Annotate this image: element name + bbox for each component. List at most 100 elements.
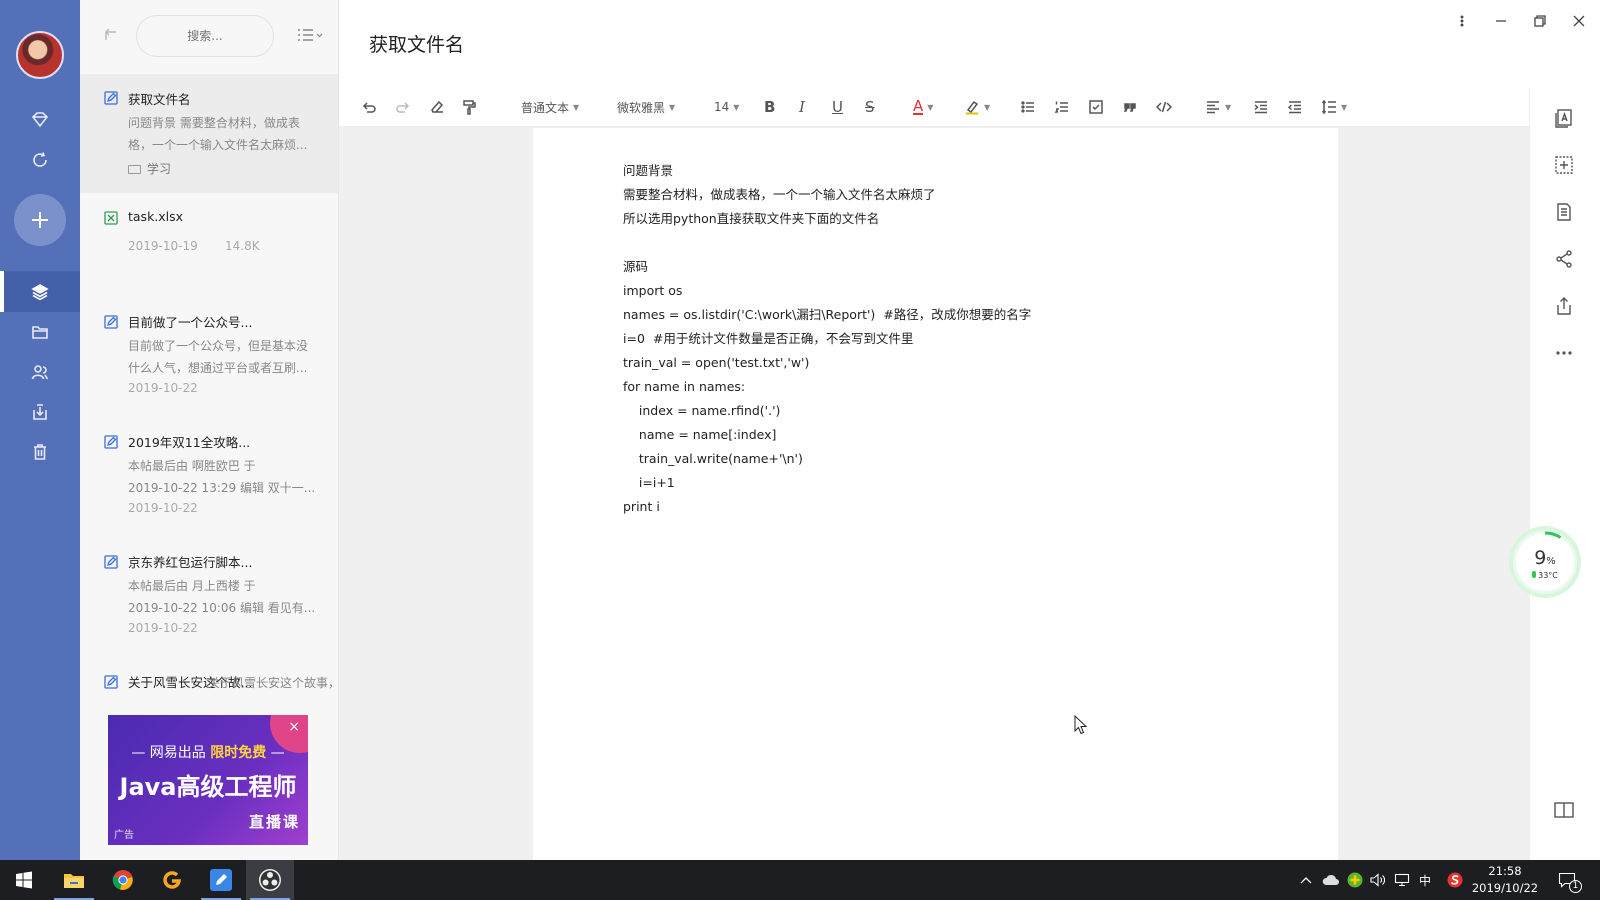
font-family-select[interactable]: 微软雅黑 ▼ [617,96,675,118]
note-snippet: 本帖最后由 月上西楼 于 [128,579,256,593]
quote-icon[interactable] [1122,96,1138,118]
list-view-icon [298,29,323,41]
start-button[interactable] [0,860,48,900]
insert-icon[interactable] [1554,155,1576,177]
format-painter-icon[interactable] [461,96,477,118]
line-spacing-icon [1321,99,1336,115]
bold-button[interactable]: B [764,96,775,118]
trash-icon[interactable] [28,440,52,464]
g-app-icon [163,871,182,889]
list-item[interactable]: 京东养红包运行脚本... 本帖最后由 月上西楼 于 2019-10-22 10:… [80,537,338,657]
search-input[interactable] [137,16,273,56]
note-title: 目前做了一个公众号... [128,315,253,330]
page-title[interactable]: 获取文件名 [369,30,464,57]
code-icon[interactable] [1156,96,1172,118]
split-view-icon[interactable] [1554,800,1576,822]
usage-ring-arc [1544,531,1562,539]
avatar[interactable] [16,31,64,79]
strike-glyph: S [865,98,875,116]
italic-button[interactable]: I [799,96,805,118]
taskbar-obs[interactable] [246,860,294,900]
taskbar-clock[interactable]: 21:58 2019/10/22 [1470,863,1540,897]
search-box[interactable] [136,15,274,57]
cloud-icon[interactable] [1322,860,1340,900]
chevron-down-icon: ▼ [1341,102,1348,112]
cpu-temp-value: 33°C [1538,571,1558,580]
list-view-toggle[interactable] [296,26,324,46]
sogou-icon[interactable] [1447,860,1463,900]
template-icon[interactable] [1554,108,1576,130]
font-family-value: 微软雅黑 [617,100,666,115]
security-app-icon[interactable] [1347,860,1363,900]
redo-icon[interactable] [395,96,411,118]
performance-widget[interactable]: 9% 33°C [1513,530,1577,594]
bullet-list-icon[interactable] [1020,96,1036,118]
note-snippet: 格，一个一个输入文件名太麻烦... [128,138,308,152]
note-title: task.xlsx [128,209,184,224]
close-icon[interactable] [1568,10,1590,32]
paragraph-style-value: 普通文本 [521,100,570,115]
bold-glyph: B [764,98,776,116]
ime-indicator[interactable]: 中 [1419,860,1431,900]
eraser-icon[interactable] [429,96,445,118]
taskbar-file-explorer[interactable] [50,860,98,900]
note-snippet: 2019-10-22 10:06 编辑 看见有... [128,601,316,615]
nav-rail [0,0,80,860]
highlight-button[interactable]: ▼ [964,96,990,118]
align-select[interactable]: ▼ [1205,96,1231,118]
shared-icon[interactable] [28,360,52,384]
note-title: 获取文件名 [128,92,191,107]
taskbar-chrome[interactable] [99,860,147,900]
document-page[interactable]: 问题背景 需要整合材料，做成表格，一个一个输入文件名太麻烦了 所以选用pytho… [533,128,1338,860]
export-icon[interactable] [1554,296,1576,318]
notification-count: 1 [1569,880,1582,893]
document-info-icon[interactable] [1554,202,1576,224]
list-item[interactable]: task.xlsx 2019-10-19 14.8K [80,193,338,297]
cpu-percent-unit: % [1546,556,1556,567]
folder-icon[interactable] [28,320,52,344]
font-size-select[interactable]: 14 ▼ [714,96,739,118]
restore-icon[interactable] [1529,10,1551,32]
back-icon[interactable] [102,26,122,46]
more-vertical-icon[interactable] [1451,10,1473,32]
minimize-icon[interactable] [1490,10,1512,32]
network-icon[interactable] [1394,860,1410,900]
checklist-icon[interactable] [1088,96,1104,118]
font-color-button[interactable]: A ▼ [913,96,933,118]
ad-close-button[interactable]: × [288,719,300,735]
volume-icon[interactable] [1370,860,1386,900]
more-horizontal-icon[interactable] [1554,343,1576,365]
list-item[interactable]: 目前做了一个公众号... 目前做了一个公众号，但是基本没 什么人气，想通过平台或… [80,297,338,417]
undo-icon[interactable] [361,96,377,118]
thermometer-icon [1532,571,1537,578]
note-date: 2019-10-22 [128,501,198,515]
underline-button[interactable]: U [832,96,843,118]
list-item[interactable]: 获取文件名 问题背景 需要整合材料，做成表 格，一个一个输入文件名太麻烦... … [80,74,338,193]
all-notes-icon[interactable] [28,280,52,304]
strikethrough-button[interactable]: S [865,96,875,118]
font-size-value: 14 [714,100,730,114]
line-spacing-select[interactable]: ▼ [1321,96,1347,118]
new-note-button[interactable] [14,194,66,246]
import-icon[interactable] [28,400,52,424]
ad-headline: — 网易出品 限时免费 — [108,742,308,762]
numbered-list-icon[interactable] [1054,96,1070,118]
chevron-down-icon: ▼ [733,102,740,112]
share-icon[interactable] [1554,249,1576,271]
taskbar-youdao-note[interactable] [197,860,245,900]
taskbar-g-app[interactable] [148,860,196,900]
taskbar: 中 21:58 2019/10/22 1 [0,860,1600,900]
list-item[interactable]: 2019年双11全攻略... 本帖最后由 啊胜欧巴 于 2019-10-22 1… [80,417,338,537]
indent-increase-icon[interactable] [1253,96,1269,118]
indent-decrease-icon[interactable] [1287,96,1303,118]
notification-center-icon[interactable]: 1 [1558,860,1582,900]
ad-banner[interactable]: × — 网易出品 限时免费 — Java高级工程师 直播课 广告 [108,715,308,845]
sync-icon[interactable] [28,148,52,172]
note-app-icon [210,869,232,891]
favorites-icon[interactable] [28,108,52,132]
document-body[interactable]: 问题背景 需要整合材料，做成表格，一个一个输入文件名太麻烦了 所以选用pytho… [623,159,1031,519]
tray-chevron-up-icon[interactable] [1300,860,1312,900]
ad-subtitle: 直播课 [248,813,300,831]
paragraph-style-select[interactable]: 普通文本 ▼ [521,96,579,118]
note-snippet: 什么人气，想通过平台或者互刷... [128,361,308,375]
